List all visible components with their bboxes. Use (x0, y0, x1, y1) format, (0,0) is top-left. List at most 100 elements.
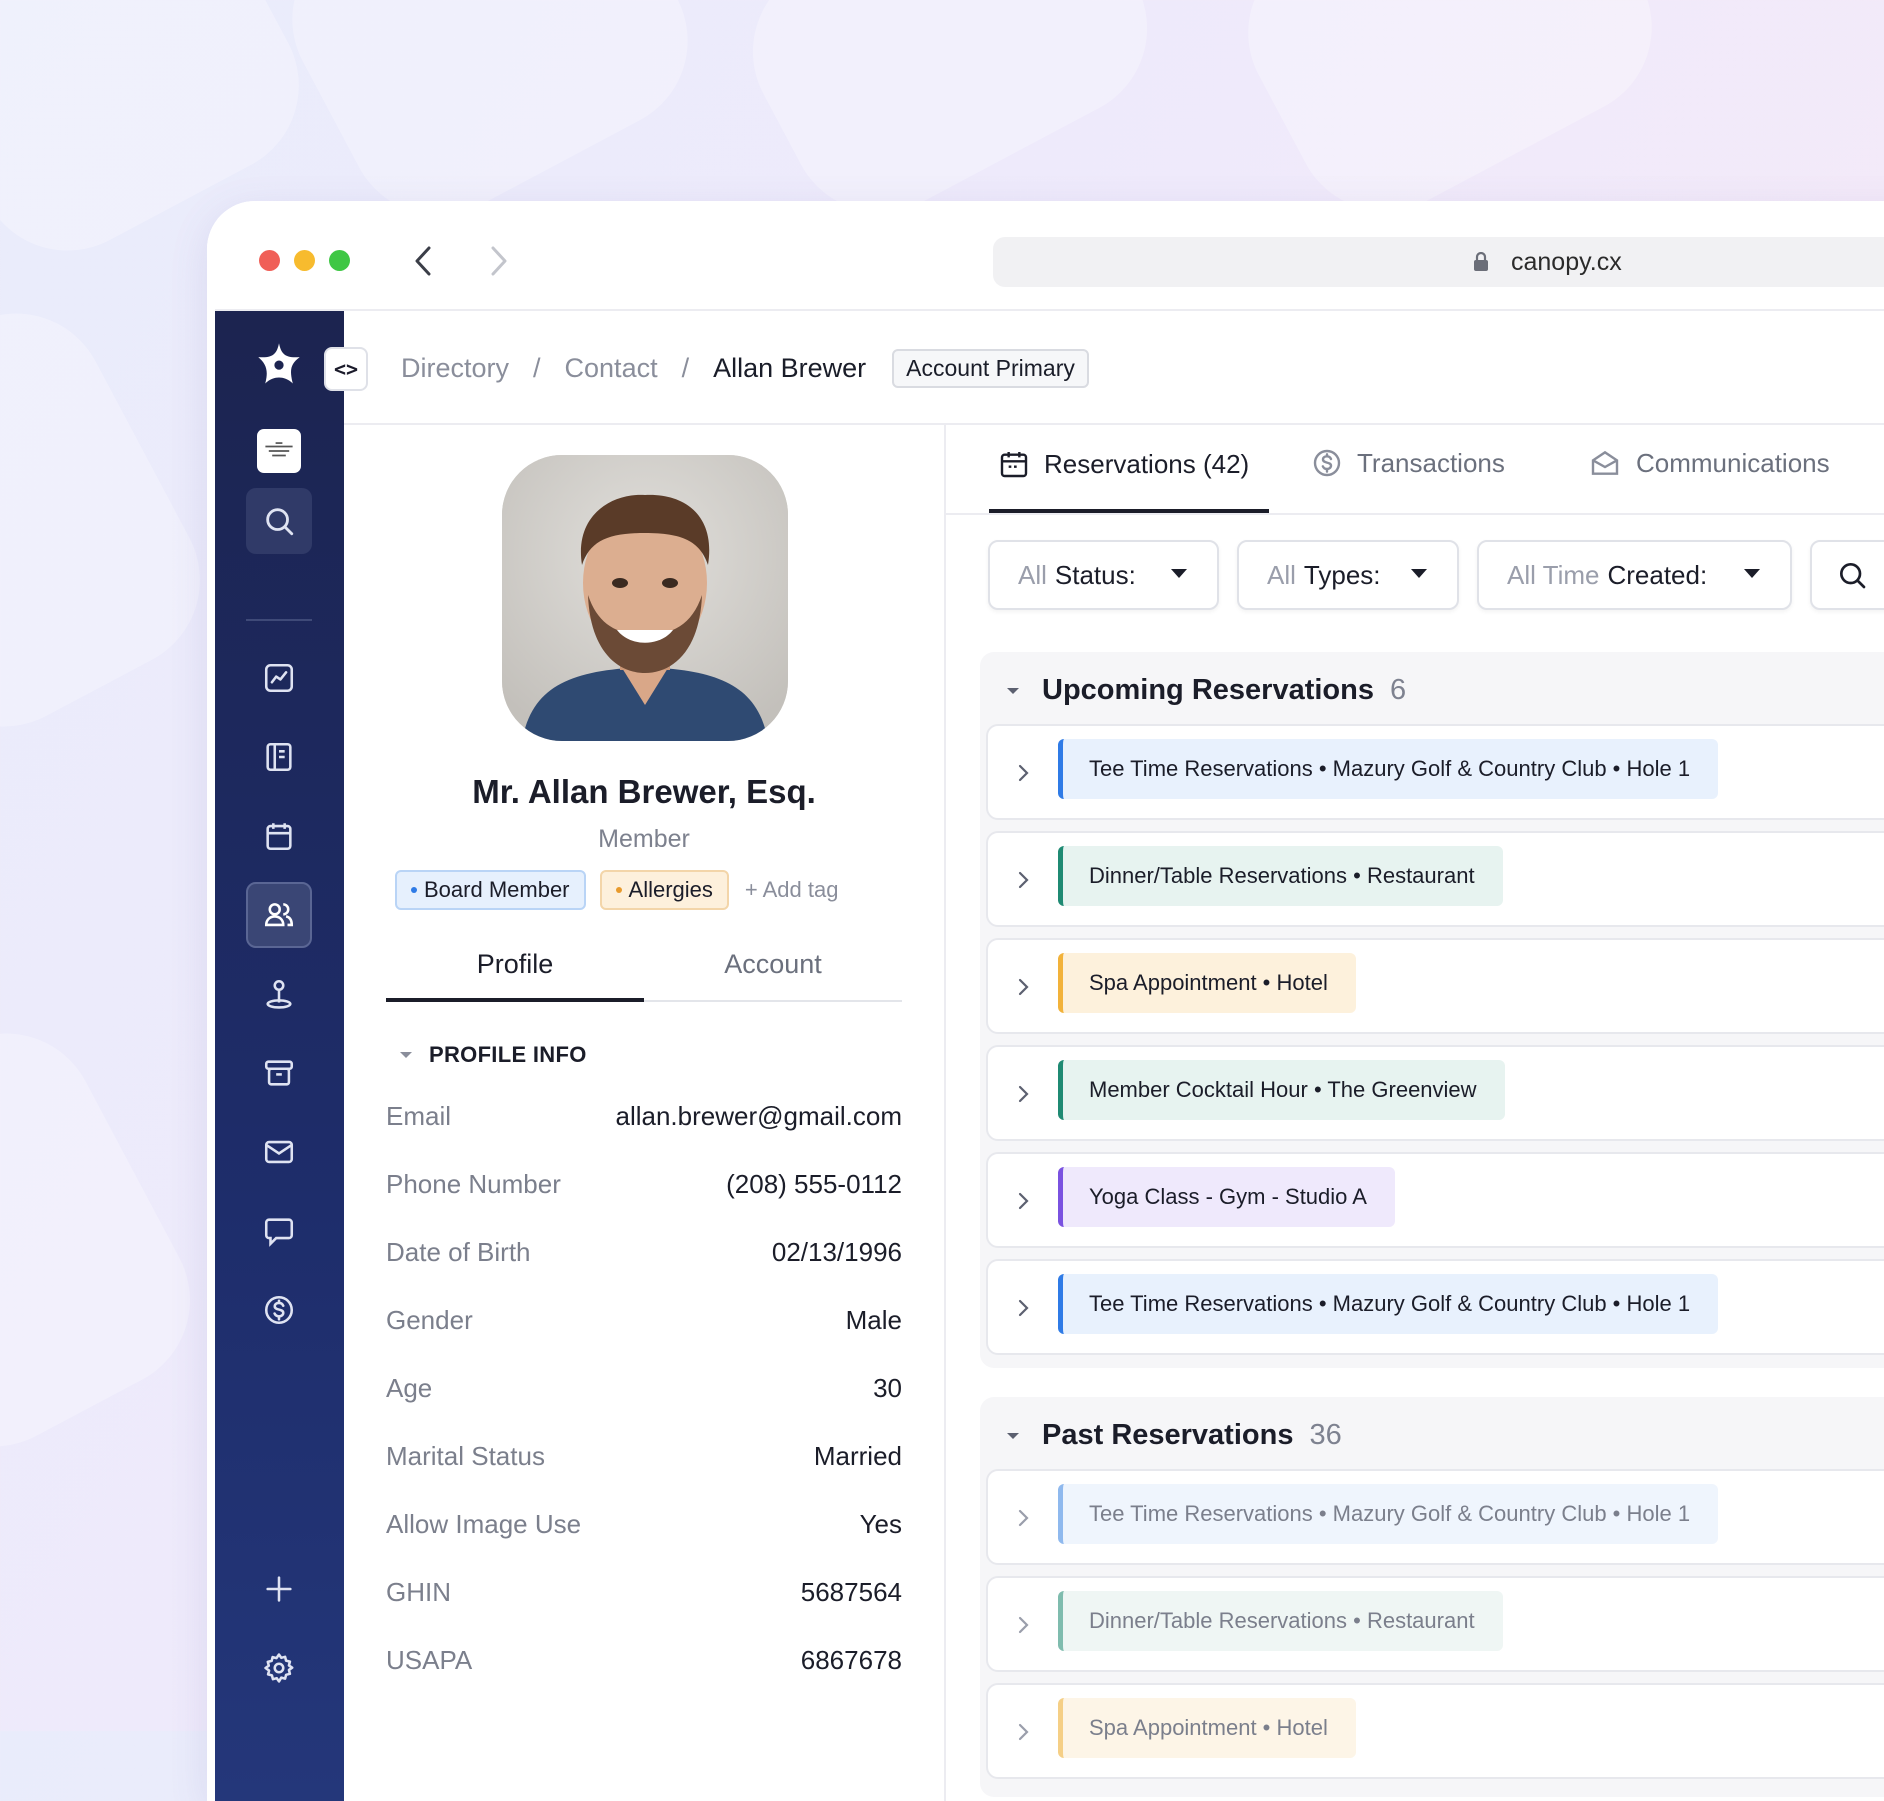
reservation-row[interactable]: Dinner/Table Reservations • Restaurant (986, 831, 1884, 927)
field-value: (208) 555-0112 (726, 1169, 902, 1199)
settings-button[interactable] (246, 1635, 312, 1701)
back-button[interactable] (405, 241, 441, 281)
tab-label: Transactions (1357, 447, 1505, 478)
reservation-row[interactable]: Tee Time Reservations • Mazury Golf & Co… (986, 1469, 1884, 1565)
filter-label: Status: (1054, 559, 1136, 590)
reservation-row[interactable]: Dinner/Table Reservations • Restaurant (986, 1576, 1884, 1672)
maximize-window-button[interactable] (329, 250, 350, 271)
tag-dot (615, 887, 622, 893)
add-button[interactable] (246, 1556, 312, 1622)
tab-label: Communications (1636, 447, 1830, 478)
avatar-photo (502, 455, 788, 741)
group-count: 6 (1389, 674, 1407, 706)
active-tab-indicator (989, 509, 1269, 513)
field-label: Email (386, 1101, 452, 1131)
chevron-right-icon (1018, 1299, 1029, 1317)
sidebar-item-contacts[interactable] (246, 882, 312, 948)
toggle-sidebar-button[interactable]: <> (324, 347, 368, 391)
profile-info-section-toggle[interactable]: PROFILE INFO (399, 1042, 587, 1068)
field-label: Gender (386, 1305, 473, 1335)
chevron-right-icon (491, 246, 507, 276)
top-bar: <> Directory / Contact / Allan Brewer Ac… (324, 311, 1884, 425)
app-logo[interactable] (246, 331, 312, 397)
created-filter[interactable]: All Time Created: (1477, 540, 1792, 610)
past-reservations-toggle[interactable]: Past Reservations 36 (1006, 1419, 1342, 1452)
field-value: 5687564 (800, 1577, 902, 1607)
upcoming-reservations-toggle[interactable]: Upcoming Reservations 6 (1006, 674, 1406, 707)
reservation-row[interactable]: Spa Appointment • Hotel (986, 1683, 1884, 1779)
book-icon (266, 742, 292, 772)
sidebar-item-dashboard[interactable] (246, 645, 312, 711)
code-brackets-icon: <> (333, 357, 359, 381)
lock-icon (1473, 252, 1489, 272)
caret-down-icon (1744, 569, 1760, 578)
mail-icon (264, 1140, 294, 1164)
sidebar-item-golf[interactable] (246, 961, 312, 1027)
sidebar-item-inventory[interactable] (246, 1040, 312, 1106)
tab-reservations[interactable]: Reservations (42) (998, 447, 1249, 481)
tab-communications[interactable]: Communications (1588, 447, 1830, 479)
breadcrumb-separator: / (533, 353, 541, 383)
breadcrumb-contact[interactable]: Contact (565, 353, 658, 384)
sidebar-item-calendar[interactable] (246, 803, 312, 869)
url-text: canopy.cx (1511, 247, 1622, 276)
sidebar-item-chat[interactable] (246, 1198, 312, 1264)
sidebar-item-directory[interactable] (246, 724, 312, 790)
reservation-row[interactable]: Tee Time Reservations • Mazury Golf & Co… (986, 724, 1884, 820)
reservation-pill: Dinner/Table Reservations • Restaurant (1058, 1591, 1503, 1651)
chevron-right-icon (1018, 1509, 1029, 1527)
search-icon (1840, 563, 1866, 589)
chevron-right-icon (1018, 1616, 1029, 1634)
reservation-row[interactable]: Spa Appointment • Hotel (986, 938, 1884, 1034)
status-filter[interactable]: All Status: (988, 540, 1219, 610)
address-bar[interactable]: canopy.cx (993, 237, 1884, 287)
activity-panel: Reservations (42) Transactions Communica… (946, 425, 1884, 1801)
add-tag-button[interactable]: + Add tag (745, 877, 839, 903)
field-ghin: GHIN 5687564 (386, 1577, 902, 1608)
reservation-row[interactable]: Yoga Class - Gym - Studio A (986, 1152, 1884, 1248)
caret-down-icon (1007, 687, 1019, 694)
field-label: Age (386, 1373, 433, 1403)
tag-board-member[interactable]: Board Member (395, 870, 586, 910)
field-marital-status: Marital Status Married (386, 1441, 902, 1472)
users-icon (264, 903, 294, 927)
dollar-circle-icon (1313, 449, 1341, 477)
filter-muted: All (1018, 559, 1047, 590)
reservation-pill: Yoga Class - Gym - Studio A (1058, 1167, 1395, 1227)
group-count: 36 (1309, 1419, 1342, 1451)
browser-titlebar: canopy.cx (207, 201, 1884, 309)
chevron-left-icon (415, 246, 431, 276)
past-reservations-group: Past Reservations 36 Tee Time Reservatio… (980, 1397, 1884, 1797)
background-shape (0, 1001, 222, 1479)
filter-muted: All (1267, 559, 1296, 590)
minimize-window-button[interactable] (294, 250, 315, 271)
field-age: Age 30 (386, 1373, 902, 1404)
search-button[interactable] (1810, 540, 1884, 610)
tab-account[interactable]: Account (644, 935, 902, 1000)
sidebar-item-mail[interactable] (246, 1119, 312, 1185)
reservation-pill: Tee Time Reservations • Mazury Golf & Co… (1058, 1274, 1719, 1334)
types-filter[interactable]: All Types: (1237, 540, 1459, 610)
tag-allergies[interactable]: Allergies (599, 870, 729, 910)
field-label: USAPA (386, 1645, 473, 1675)
tab-profile[interactable]: Profile (386, 935, 644, 1002)
close-window-button[interactable] (259, 250, 280, 271)
forward-button[interactable] (481, 241, 517, 281)
breadcrumb-directory[interactable]: Directory (401, 353, 509, 384)
field-label: Allow Image Use (386, 1509, 582, 1539)
field-value: Married (813, 1441, 902, 1471)
field-label: GHIN (386, 1577, 451, 1607)
calendar-icon (266, 823, 292, 851)
field-phone: Phone Number (208) 555-0112 (386, 1169, 902, 1200)
section-title: PROFILE INFO (429, 1042, 587, 1067)
sidebar-search[interactable] (246, 488, 312, 554)
club-logo-icon (257, 429, 301, 473)
tab-transactions[interactable]: Transactions (1311, 447, 1505, 479)
reservation-row[interactable]: Tee Time Reservations • Mazury Golf & Co… (986, 1259, 1884, 1355)
club-logo[interactable] (246, 418, 312, 484)
sidebar-item-billing[interactable] (246, 1277, 312, 1343)
caret-down-icon (1171, 569, 1187, 578)
reservation-row[interactable]: Member Cocktail Hour • The Greenview (986, 1045, 1884, 1141)
caret-down-icon (400, 1052, 412, 1058)
group-title: Past Reservations (1042, 1419, 1294, 1451)
